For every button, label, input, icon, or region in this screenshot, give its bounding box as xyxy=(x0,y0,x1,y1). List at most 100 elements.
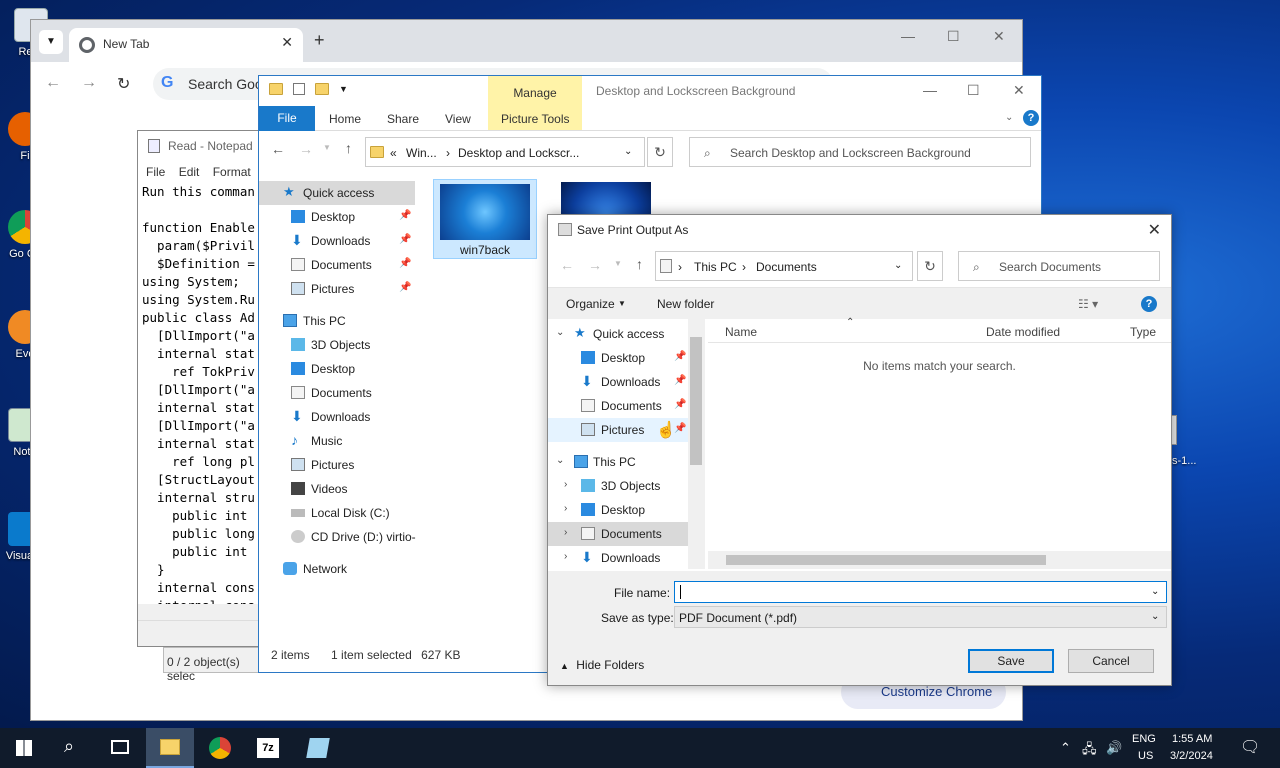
nav-item-quick-access[interactable]: ★ Quick access xyxy=(259,181,415,205)
tree-item-quick-access[interactable]: ⌄ ★ Quick access xyxy=(548,322,703,346)
close-icon[interactable]: ✕ xyxy=(993,28,1005,45)
breadcrumb-current[interactable]: Desktop and Lockscr... xyxy=(458,146,579,160)
taskbar-notepad[interactable] xyxy=(294,728,342,768)
new-folder-icon[interactable] xyxy=(315,83,329,95)
scrollbar-thumb[interactable] xyxy=(726,555,1046,565)
nav-item-3d-objects[interactable]: 3D Objects xyxy=(259,333,429,357)
taskbar-file-explorer[interactable] xyxy=(146,728,194,768)
tab-close-icon[interactable]: ✕ xyxy=(281,34,293,51)
tab-home[interactable]: Home xyxy=(329,112,361,126)
minimize-icon[interactable]: — xyxy=(923,82,937,98)
chevron-up-icon[interactable]: ⌃ xyxy=(1060,740,1071,756)
tree-item-pictures[interactable]: Pictures 📌 ☝ xyxy=(548,418,703,442)
menu-edit[interactable]: Edit xyxy=(179,165,200,179)
tree-item-desktop[interactable]: Desktop 📌 xyxy=(548,346,703,370)
save-button[interactable]: Save xyxy=(968,649,1054,673)
chevron-right-icon[interactable]: › xyxy=(564,479,567,490)
nav-item-music[interactable]: ♪ Music xyxy=(259,429,429,453)
nav-item-network[interactable]: Network xyxy=(259,557,429,581)
recent-dropdown-icon[interactable]: ▼ xyxy=(323,143,331,152)
tree-item-documents[interactable]: › Documents xyxy=(548,522,703,546)
language-region[interactable]: US xyxy=(1138,750,1153,762)
tree-item-this-pc[interactable]: ⌄ This PC xyxy=(548,450,703,474)
new-tab-button[interactable]: + xyxy=(314,30,325,51)
clock-time[interactable]: 1:55 AM xyxy=(1172,733,1212,745)
recent-dropdown-icon[interactable]: ▼ xyxy=(614,259,622,268)
chevron-down-icon[interactable]: ⌄ xyxy=(1005,112,1013,123)
forward-icon[interactable]: → xyxy=(588,257,602,273)
taskbar-7zip[interactable]: 7z xyxy=(245,728,293,768)
search-button[interactable]: ⌕ xyxy=(48,728,96,768)
nav-item-documents[interactable]: Documents xyxy=(259,381,429,405)
chevron-down-icon[interactable]: ⌄ xyxy=(894,260,902,271)
tab-search-button[interactable]: ▼ xyxy=(39,30,63,54)
nav-item-videos[interactable]: Videos xyxy=(259,477,429,501)
nav-item-desktop[interactable]: Desktop xyxy=(259,357,429,381)
tree-item-downloads[interactable]: ⬇ Downloads 📌 xyxy=(548,370,703,394)
nav-item-downloads[interactable]: ⬇ Downloads xyxy=(259,405,429,429)
tree-item-documents[interactable]: Documents 📌 xyxy=(548,394,703,418)
chevron-right-icon[interactable]: › xyxy=(564,503,567,514)
organize-button[interactable]: Organize xyxy=(566,297,615,311)
breadcrumb-documents[interactable]: Documents xyxy=(756,260,817,274)
tab-file[interactable]: File xyxy=(259,106,315,131)
help-icon[interactable]: ? xyxy=(1023,110,1039,126)
close-icon[interactable]: ✕ xyxy=(1013,82,1025,99)
chevron-down-icon[interactable]: ▼ xyxy=(339,84,348,94)
tree-item-3d-objects[interactable]: › 3D Objects xyxy=(548,474,703,498)
minimize-icon[interactable]: — xyxy=(901,28,915,44)
chevron-down-icon[interactable]: ⌄ xyxy=(1151,586,1159,597)
dialog-search-input[interactable]: ⌕ Search Documents xyxy=(958,251,1160,281)
menu-format[interactable]: Format xyxy=(213,165,251,179)
close-icon[interactable]: ✕ xyxy=(1148,220,1161,240)
view-options-icon[interactable]: ☷ ▾ xyxy=(1078,297,1098,311)
taskbar-chrome[interactable] xyxy=(196,728,244,768)
nav-item-cd-drive[interactable]: CD Drive (D:) virtio- xyxy=(259,525,429,549)
column-date-modified[interactable]: Date modified xyxy=(986,325,1060,339)
refresh-button[interactable]: ↻ xyxy=(917,251,943,281)
address-bar[interactable]: « Win... › Desktop and Lockscr... ⌄ xyxy=(365,137,645,167)
notification-icon[interactable]: 🗨 xyxy=(1240,737,1260,757)
file-list-horizontal-scrollbar[interactable] xyxy=(708,551,1171,569)
task-view-button[interactable] xyxy=(96,728,144,768)
language-indicator[interactable]: ENG xyxy=(1132,733,1156,745)
nav-item-pictures[interactable]: Pictures 📌 xyxy=(259,277,429,301)
tree-item-downloads[interactable]: › ⬇ Downloads xyxy=(548,546,703,569)
breadcrumb-win[interactable]: Win... xyxy=(406,146,437,160)
tab-new-tab[interactable]: New Tab ✕ xyxy=(69,28,303,62)
maximize-icon[interactable]: ☐ xyxy=(947,28,960,45)
tab-view[interactable]: View xyxy=(445,112,471,126)
column-name[interactable]: Name xyxy=(725,325,757,339)
chevron-down-icon[interactable]: ⌄ xyxy=(556,327,564,338)
start-button[interactable] xyxy=(0,728,48,768)
nav-item-desktop[interactable]: Desktop 📌 xyxy=(259,205,429,229)
volume-icon[interactable]: 🔊 xyxy=(1106,740,1122,756)
forward-icon[interactable]: → xyxy=(81,74,97,92)
file-item-thumbnail[interactable] xyxy=(561,182,651,216)
scrollbar-thumb[interactable] xyxy=(690,337,702,465)
tree-item-desktop[interactable]: › Desktop xyxy=(548,498,703,522)
column-type[interactable]: Type xyxy=(1130,325,1156,339)
back-icon[interactable]: ← xyxy=(45,74,61,92)
maximize-icon[interactable]: ☐ xyxy=(967,82,980,99)
nav-item-pictures[interactable]: Pictures xyxy=(259,453,429,477)
back-icon[interactable]: ← xyxy=(560,257,574,273)
properties-icon[interactable] xyxy=(293,83,305,95)
nav-item-local-disk[interactable]: Local Disk (C:) xyxy=(259,501,429,525)
save-type-select[interactable]: PDF Document (*.pdf) ⌄ xyxy=(674,606,1167,628)
tab-picture-tools[interactable]: Picture Tools xyxy=(501,112,569,126)
up-icon[interactable]: ↑ xyxy=(636,256,643,272)
tab-share[interactable]: Share xyxy=(387,112,419,126)
forward-icon[interactable]: → xyxy=(299,141,313,157)
reload-icon[interactable]: ↻ xyxy=(117,74,130,94)
breadcrumb-this-pc[interactable]: This PC xyxy=(694,260,737,274)
nav-item-downloads[interactable]: ⬇ Downloads 📌 xyxy=(259,229,429,253)
chevron-down-icon[interactable]: ⌄ xyxy=(556,455,564,466)
tree-vertical-scrollbar[interactable] xyxy=(688,319,705,569)
up-icon[interactable]: ↑ xyxy=(345,140,352,156)
help-icon[interactable]: ? xyxy=(1141,296,1157,312)
refresh-button[interactable]: ↻ xyxy=(647,137,673,167)
chevron-right-icon[interactable]: › xyxy=(564,527,567,538)
nav-item-this-pc[interactable]: This PC xyxy=(259,309,429,333)
file-name-input[interactable]: ⌄ xyxy=(674,581,1167,603)
